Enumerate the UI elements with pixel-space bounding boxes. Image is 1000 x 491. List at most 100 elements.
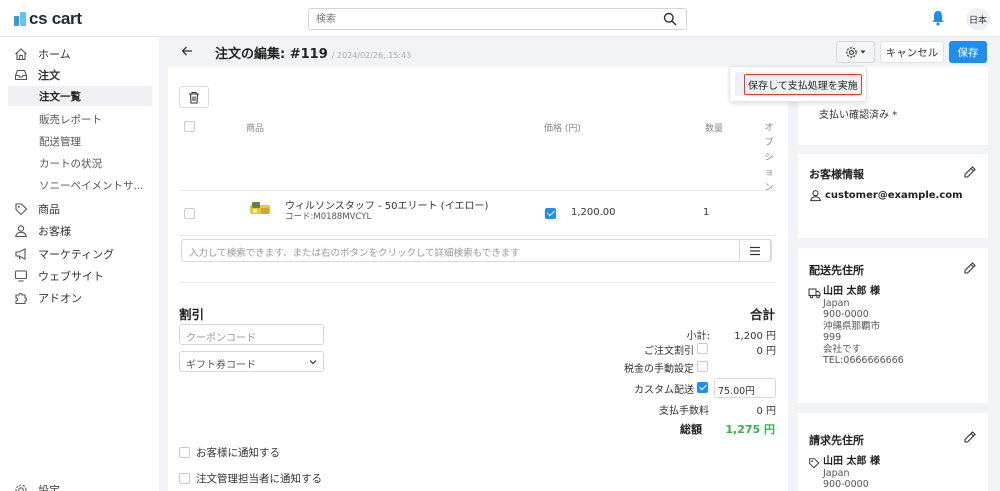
coupon-code-input[interactable]: クーポンコード (179, 324, 324, 345)
sidebar-item-label: 注文 (38, 69, 60, 82)
trash-icon (189, 91, 199, 104)
page-title-text: 注文の編集: #119 (215, 47, 328, 62)
shipping-line: TEL:0666666666 (823, 355, 904, 366)
inbox-icon (14, 69, 28, 81)
edit-icon[interactable] (963, 165, 977, 179)
notify-customer-option[interactable]: お客様に通知する (179, 445, 280, 460)
product-thumbnail[interactable] (249, 200, 271, 218)
truck-icon (808, 288, 821, 299)
sidebar-item-website[interactable]: ウェブサイト (8, 266, 152, 286)
shipping-address-title: 配送先住所 (809, 264, 864, 277)
notify-admin-label: 注文管理担当者に通知する (196, 473, 322, 485)
payment-fee-value: 0 円 (756, 406, 776, 417)
divider (179, 235, 776, 236)
shipping-line: 会社です (823, 343, 862, 355)
sidebar-sub-order-list[interactable]: 注文一覧 (8, 86, 152, 106)
home-icon (15, 48, 27, 61)
user-icon (15, 225, 27, 238)
sidebar-sub-cart-status[interactable]: カートの状況 (8, 153, 152, 173)
gift-certificate-select[interactable]: ギフト券コード (179, 351, 324, 372)
sidebar-item-customers[interactable]: お客様 (8, 221, 152, 241)
col-options-header: オプション (764, 123, 774, 193)
sidebar-item-label: アドオン (38, 292, 82, 305)
notify-admin-option[interactable]: 注文管理担当者に通知する (179, 471, 322, 486)
monitor-icon (14, 270, 28, 282)
shipping-address: 山田 太郎 様 Japan 900-0000 沖縄県那覇市 999 会社です T… (823, 286, 904, 367)
sidebar-sub-sales-report[interactable]: 販売レポート (8, 109, 152, 129)
sidebar-item-home[interactable]: ホーム (8, 44, 152, 64)
custom-shipping-input[interactable]: 75.00円 (714, 378, 776, 398)
edit-icon[interactable] (963, 430, 977, 444)
menu-item-label: 保存して支払処理を実施 (744, 74, 862, 95)
price-override-checkbox[interactable] (545, 208, 556, 219)
sidebar-sub-shipping[interactable]: 配送管理 (8, 131, 152, 151)
logo-icon (14, 12, 26, 26)
sidebar-item-label: 商品 (38, 203, 60, 216)
sidebar-item-label: 設定 (38, 484, 60, 491)
sidebar-item-products[interactable]: 商品 (8, 199, 152, 219)
sidebar-item-settings[interactable]: 設定 (8, 480, 152, 491)
tax-manual-checkbox[interactable] (697, 361, 708, 372)
shipping-line: Japan (823, 297, 850, 309)
billing-address: 山田 太郎 様 Japan 900-0000 (823, 456, 880, 491)
save-button[interactable]: 保存 (949, 41, 987, 63)
settings-dropdown-button[interactable] (836, 41, 875, 63)
payment-status-select[interactable]: 支払い確認済み * (819, 106, 897, 121)
tag-icon (809, 458, 820, 469)
language-switch[interactable]: 日本 (966, 8, 990, 30)
gear-icon (15, 484, 27, 491)
order-discount-checkbox[interactable] (697, 343, 708, 354)
sidebar-item-marketing[interactable]: マーケティング (8, 244, 152, 264)
shipping-line: 沖縄県那覇市 (823, 320, 881, 332)
sidebar-item-orders[interactable]: 注文 (8, 65, 152, 85)
gear-icon (846, 46, 857, 58)
chevron-down-icon (309, 360, 317, 365)
row-select-checkbox[interactable] (184, 208, 195, 219)
billing-line: Japan (823, 467, 850, 479)
global-search (308, 8, 687, 30)
save-and-process-payment-item[interactable]: 保存して支払処理を実施 (735, 72, 862, 96)
logo[interactable]: cs cart (14, 9, 82, 29)
sidebar-item-label: お客様 (38, 225, 71, 238)
bell-icon[interactable] (931, 10, 945, 26)
delete-selected-button[interactable] (179, 86, 209, 108)
search-input[interactable] (309, 9, 639, 29)
shipping-line: 900-0000 (823, 309, 869, 320)
gift-select-value: ギフト券コード (186, 360, 256, 371)
back-arrow-icon[interactable] (181, 45, 193, 57)
megaphone-icon (15, 248, 26, 260)
billing-name: 山田 太郎 様 (823, 456, 880, 467)
sidebar-item-label: ウェブサイト (38, 270, 104, 283)
logo-text: cs cart (29, 9, 82, 28)
add-product-search[interactable]: 入力して検索できます、または右のボタンをクリックして詳細検索もできます (181, 239, 772, 262)
select-all-checkbox[interactable] (184, 121, 195, 132)
product-code: コード:M0188MVCYL (285, 212, 372, 222)
custom-shipping-checkbox[interactable] (697, 382, 708, 393)
grand-total-value: 1,275 円 (725, 423, 775, 436)
order-date: / 2024/02/26, 15:43 (331, 51, 412, 60)
notify-admin-checkbox[interactable] (179, 473, 190, 484)
cancel-button[interactable]: キャンセル (880, 41, 944, 63)
advanced-search-button[interactable] (739, 239, 771, 262)
page-title: 注文の編集: #119/ 2024/02/26, 15:43 (215, 43, 411, 62)
sidebar-item-addons[interactable]: アドオン (8, 288, 152, 308)
product-quantity[interactable]: 1 (703, 207, 709, 218)
divider (179, 282, 776, 283)
col-product-header: 商品 (246, 124, 265, 134)
order-discount-label: ご注文割引 (644, 346, 694, 357)
grand-total-label: 総額 (680, 423, 702, 436)
product-price[interactable]: 1,200.00 (571, 207, 616, 218)
sidebar-item-label: ホーム (38, 48, 71, 61)
sidebar-item-label: マーケティング (38, 248, 115, 261)
customer-email[interactable]: customer@example.com (825, 190, 963, 201)
puzzle-icon (15, 292, 28, 305)
search-icon[interactable] (663, 12, 677, 26)
edit-icon[interactable] (963, 261, 977, 275)
settings-dropdown-menu: 保存して支払処理を実施 (729, 66, 867, 102)
customer-info-title: お客様情報 (809, 168, 864, 181)
notify-customer-checkbox[interactable] (179, 447, 190, 458)
top-bar: cs cart 日本 (0, 0, 1000, 37)
shipping-name: 山田 太郎 様 (823, 286, 880, 297)
shipping-line: 999 (823, 332, 842, 343)
sidebar-sub-sony-payment[interactable]: ソニーペイメントサ... (8, 175, 152, 195)
